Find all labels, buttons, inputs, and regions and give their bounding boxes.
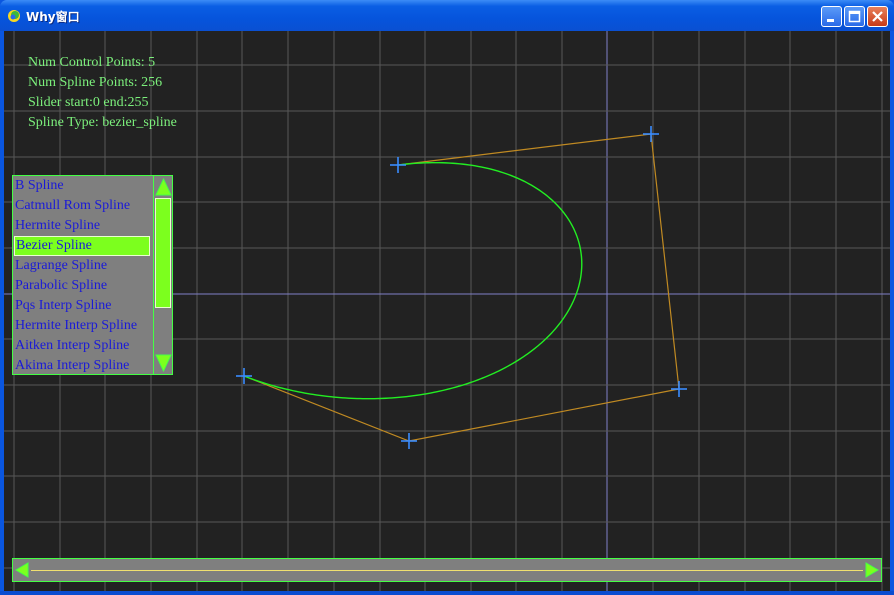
slider-range-label: Slider start:0 end:255 xyxy=(28,95,149,110)
list-scroll-thumb[interactable] xyxy=(155,198,171,308)
control-point-handle[interactable] xyxy=(401,433,417,449)
control-polygon-line xyxy=(243,133,680,442)
list-scrollbar[interactable] xyxy=(153,176,173,374)
control-polygon xyxy=(243,133,680,442)
slider-end-handle-icon[interactable] xyxy=(865,562,879,578)
scroll-up-icon[interactable] xyxy=(155,178,172,196)
spline-type-label: Spline Type: bezier_spline xyxy=(28,115,177,130)
app-window: Why窗口 Num Control Points: 5 Num Spline P… xyxy=(0,0,894,595)
spline-list-item[interactable]: Hermite Spline xyxy=(14,216,150,236)
spline-range-slider[interactable] xyxy=(12,558,882,582)
window-bottom-border xyxy=(0,591,894,595)
slider-track[interactable] xyxy=(31,570,863,571)
maximize-icon xyxy=(848,10,861,23)
spline-list-item[interactable]: Pqs Interp Spline xyxy=(14,296,150,316)
spline-list-item[interactable]: Lagrange Spline xyxy=(14,256,150,276)
slider-start-handle-icon[interactable] xyxy=(15,562,29,578)
spline-type-list[interactable]: B Spline Catmull Rom Spline Hermite Spline… xyxy=(12,175,173,375)
num-control-points-label: Num Control Points: 5 xyxy=(28,55,156,70)
maximize-button[interactable] xyxy=(844,6,865,27)
num-spline-points-label: Num Spline Points: 256 xyxy=(28,75,163,90)
control-point-handle[interactable] xyxy=(671,381,687,397)
spline-list-item[interactable]: B Spline xyxy=(14,176,150,196)
control-point-handle[interactable] xyxy=(236,368,252,384)
app-icon xyxy=(8,10,20,22)
spline-list-item[interactable]: Bezier Spline xyxy=(14,236,150,256)
spline-canvas[interactable]: Num Control Points: 5 Num Spline Points:… xyxy=(4,31,890,591)
close-button[interactable] xyxy=(867,6,888,27)
control-point-handle[interactable] xyxy=(390,157,406,173)
spline-list-item[interactable]: Aitken Interp Spline xyxy=(14,336,150,356)
spline-list-item[interactable]: Catmull Rom Spline xyxy=(14,196,150,216)
spline-list-item[interactable]: Parabolic Spline xyxy=(14,276,150,296)
window-title: Why窗口 xyxy=(26,10,80,24)
title-bar[interactable]: Why窗口 xyxy=(0,0,894,31)
close-icon xyxy=(872,11,883,22)
minimize-button[interactable] xyxy=(821,6,842,27)
scroll-down-icon[interactable] xyxy=(155,354,172,372)
spline-list-item[interactable]: Hermite Interp Spline xyxy=(14,316,150,336)
minimize-icon xyxy=(827,19,834,22)
control-point-handle[interactable] xyxy=(643,126,659,142)
bezier-curve xyxy=(243,161,583,400)
spline-list-item[interactable]: Akima Interp Spline xyxy=(14,356,150,376)
